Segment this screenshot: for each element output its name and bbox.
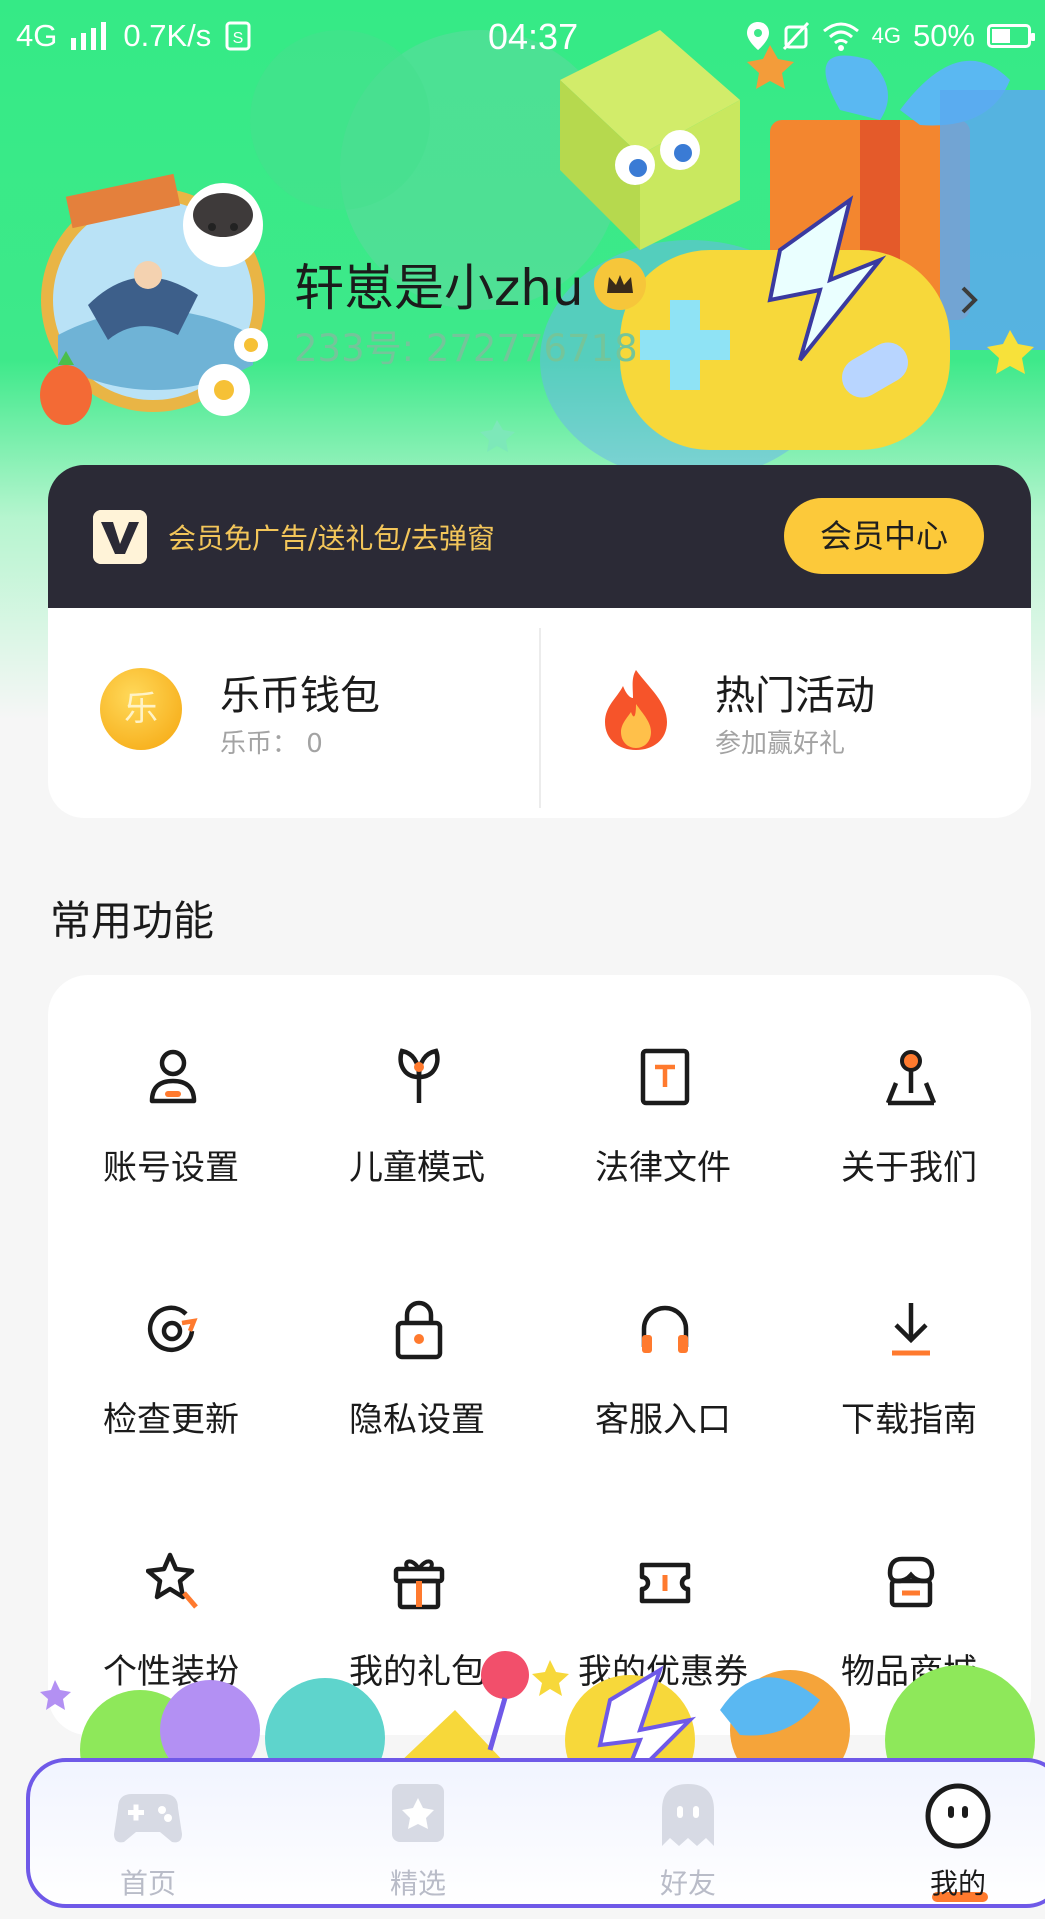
headset-icon [641, 1305, 689, 1353]
func-label: 隐私设置 [349, 1400, 485, 1440]
joystick-icon [885, 1050, 937, 1106]
hot-activity-button[interactable]: 热门活动 参加赢好礼 [595, 663, 1015, 773]
download-guide-button[interactable]: 下载指南 [786, 1227, 1032, 1440]
account-settings-button[interactable]: 账号设置 [48, 975, 294, 1188]
kids-mode-button[interactable]: 儿童模式 [294, 975, 540, 1188]
download-icon [892, 1303, 930, 1356]
func-label: 关于我们 [841, 1148, 977, 1188]
func-label: 账号设置 [103, 1148, 239, 1188]
hot-activity-sub: 参加赢好礼 [715, 729, 846, 759]
location-icon [746, 22, 769, 50]
clock: 04:37 [488, 16, 579, 57]
silent-icon [782, 21, 809, 51]
username-text: 轩崽是小zhu [294, 259, 584, 317]
svg-text:S: S [233, 30, 244, 47]
func-label: 下载指南 [841, 1400, 977, 1440]
about-us-button[interactable]: 关于我们 [786, 975, 1032, 1188]
battery-icon [987, 24, 1035, 48]
star-brush-icon [146, 1552, 198, 1609]
func-label: 检查更新 [103, 1400, 239, 1440]
username[interactable]: 轩崽是小zhu [294, 248, 646, 320]
nav-friends[interactable]: 好友 [618, 1780, 758, 1900]
face-icon [925, 1783, 991, 1849]
wifi-icon [822, 22, 859, 51]
network-type: 4G [16, 18, 58, 53]
hot-activity-title: 热门活动 [715, 673, 875, 719]
check-update-button[interactable]: 检查更新 [48, 1227, 294, 1440]
section-title: 常用功能 [50, 897, 214, 945]
gift-icon [393, 1559, 445, 1610]
signal-icon [71, 22, 107, 50]
bottom-nav: 首页 精选 好友 我的 [26, 1758, 1045, 1908]
document-icon [640, 1048, 690, 1106]
crown-icon [593, 258, 646, 310]
coin-wallet-title: 乐币钱包 [220, 673, 380, 719]
func-label: 儿童模式 [349, 1148, 485, 1188]
sprout-icon [398, 1048, 440, 1103]
nav-label: 我的 [929, 1867, 986, 1900]
sim-icon: S [225, 21, 251, 51]
func-label: 客服入口 [595, 1400, 731, 1440]
customer-service-button[interactable]: 客服入口 [540, 1227, 786, 1440]
nav-label: 好友 [659, 1867, 716, 1900]
nav-home[interactable]: 首页 [78, 1780, 218, 1900]
ghost-icon [662, 1784, 714, 1846]
lock-icon [395, 1300, 443, 1360]
nav-label: 首页 [119, 1867, 176, 1900]
status-bar: 4G 0.7K/s S 04:37 4G 50% [0, 0, 1045, 72]
network-type-right: 4G [871, 23, 901, 48]
legal-documents-button[interactable]: 法律文件 [540, 975, 786, 1188]
shop-icon [887, 1556, 935, 1608]
ticket-icon [639, 1562, 691, 1604]
vip-center-button[interactable]: 会员中心 [784, 498, 984, 574]
nav-featured[interactable]: 精选 [348, 1780, 488, 1900]
func-label: 法律文件 [595, 1148, 731, 1188]
user-id: 233号: 272776718 [294, 327, 638, 370]
chevron-right-icon[interactable] [955, 282, 983, 318]
vip-logo-icon [93, 510, 147, 564]
featured-icon [392, 1784, 444, 1842]
refresh-icon [147, 1305, 198, 1353]
avatar[interactable] [28, 165, 273, 425]
nav-mine[interactable]: 我的 [888, 1780, 1028, 1902]
wallet-card: 乐 乐币钱包 乐币： 0 热门活动 参加赢好礼 [48, 608, 1031, 818]
coin-balance: 乐币： 0 [220, 729, 323, 759]
network-speed: 0.7K/s [123, 18, 212, 53]
vip-promo-text: 会员免广告/送礼包/去弹窗 [168, 522, 495, 555]
vip-banner[interactable]: 会员免广告/送礼包/去弹窗 会员中心 [48, 465, 1031, 610]
coin-wallet-button[interactable]: 乐币钱包 乐币： 0 [100, 663, 520, 773]
gamepad-icon [114, 1794, 182, 1843]
battery-percent: 50% [912, 18, 975, 53]
privacy-settings-button[interactable]: 隐私设置 [294, 1227, 540, 1440]
user-icon [149, 1049, 197, 1104]
nav-label: 精选 [389, 1867, 446, 1900]
wallet-divider [539, 628, 541, 808]
